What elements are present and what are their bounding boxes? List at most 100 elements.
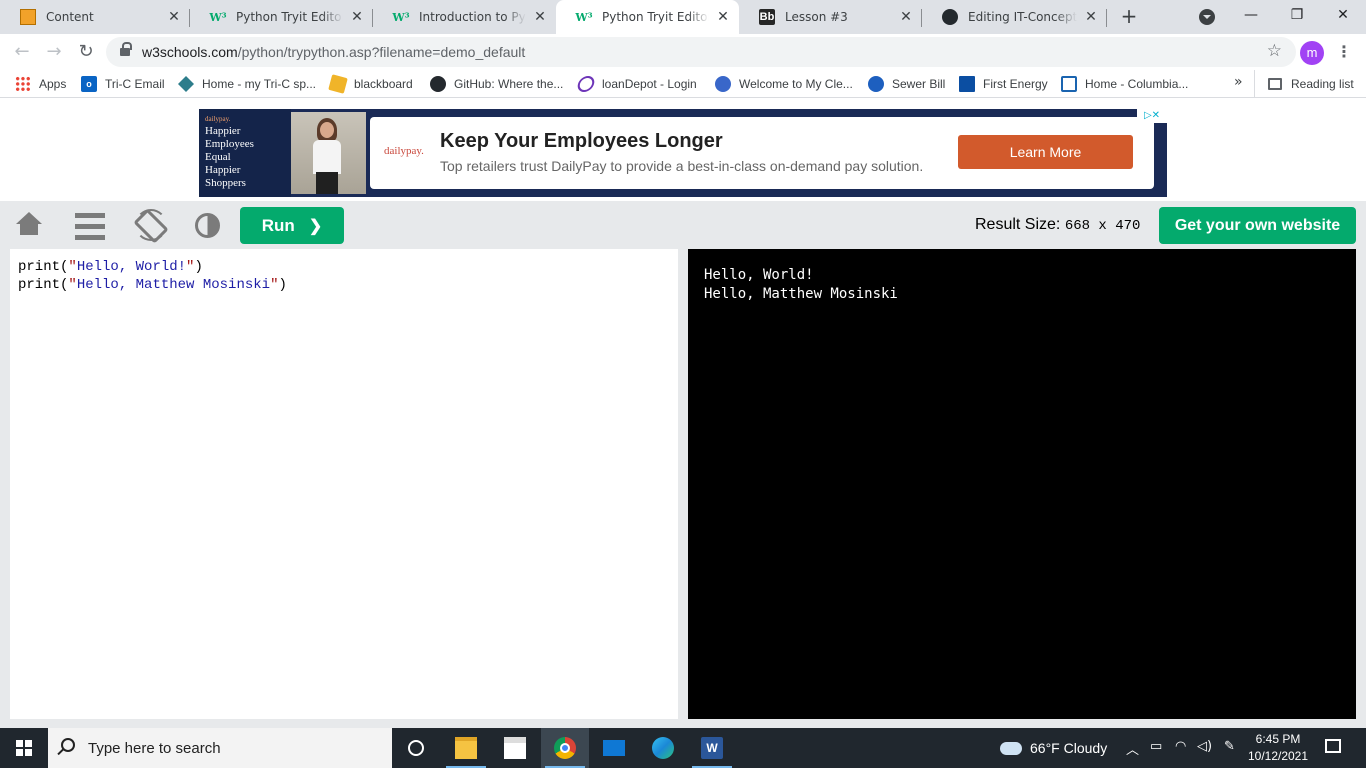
- new-tab-button[interactable]: +: [1116, 5, 1142, 29]
- bookmark-label: Home - Columbia...: [1085, 77, 1189, 91]
- profile-avatar[interactable]: m: [1300, 41, 1324, 65]
- system-clock[interactable]: 6:45 PM 10/12/2021: [1244, 731, 1312, 765]
- url-path: /python/trypython.asp?filename=demo_defa…: [237, 44, 526, 60]
- forward-arrow-icon[interactable]: →: [40, 38, 68, 66]
- bookmark-github[interactable]: GitHub: Where the...: [430, 75, 563, 93]
- mail-icon: [603, 740, 625, 756]
- close-window-button[interactable]: ✕: [1320, 0, 1366, 32]
- store-icon: [504, 737, 526, 759]
- tab-content[interactable]: Content ✕: [0, 0, 190, 34]
- bookmark-tric-email[interactable]: o Tri-C Email: [81, 75, 165, 93]
- cortana-icon: [408, 740, 424, 756]
- result-size-label: Result Size:: [975, 216, 1061, 233]
- bookmark-first-energy[interactable]: First Energy: [959, 75, 1048, 93]
- reload-icon[interactable]: ↻: [72, 38, 100, 66]
- code-line[interactable]: print("Hello, Matthew Mosinski"): [18, 276, 670, 294]
- bookmark-tric-home[interactable]: Home - my Tri-C sp...: [178, 75, 316, 93]
- get-your-own-website-button[interactable]: Get your own website: [1159, 207, 1356, 244]
- result-size-value: 668 x 470: [1064, 218, 1141, 234]
- weather-widget[interactable]: 66°F Cloudy: [1000, 740, 1107, 756]
- bookmark-columbia[interactable]: Home - Columbia...: [1061, 75, 1188, 93]
- edge-button[interactable]: [639, 728, 687, 768]
- bookmark-label: Apps: [39, 77, 67, 91]
- close-tab-icon[interactable]: ✕: [1083, 9, 1099, 25]
- output-line: Hello, World!: [704, 267, 814, 283]
- ad-headline[interactable]: Keep Your Employees Longer: [440, 130, 723, 153]
- ad-copy-line: Equal: [205, 151, 231, 163]
- tab-lesson-3[interactable]: Bb Lesson #3 ✕: [739, 0, 922, 34]
- run-button[interactable]: Run ❯: [240, 207, 344, 244]
- address-bar[interactable]: w3schools.com/python/trypython.asp?filen…: [106, 37, 1296, 67]
- close-tab-icon[interactable]: ✕: [898, 9, 914, 25]
- run-label: Run: [261, 215, 295, 235]
- close-tab-icon[interactable]: ✕: [166, 9, 182, 25]
- word-button[interactable]: W: [688, 728, 736, 768]
- reading-list-button[interactable]: Reading list: [1254, 70, 1354, 98]
- code-editor[interactable]: print("Hello, World!") print("Hello, Mat…: [10, 249, 678, 719]
- w3schools-icon: W³: [575, 10, 593, 24]
- tab-introduction-python[interactable]: W³ Introduction to Python ✕: [373, 0, 556, 34]
- ad-choices-icon[interactable]: ▷✕: [1137, 109, 1167, 123]
- bookmarks-overflow-icon[interactable]: »: [1234, 74, 1243, 90]
- bookmark-loandepot[interactable]: loanDepot - Login: [575, 75, 697, 93]
- ad-banner[interactable]: dailypay. Happier Employees Equal Happie…: [199, 109, 1167, 197]
- battery-icon[interactable]: ▭: [1150, 739, 1162, 754]
- close-tab-icon[interactable]: ✕: [532, 9, 548, 25]
- code-line[interactable]: print("Hello, World!"): [18, 258, 670, 276]
- wifi-icon[interactable]: ◠: [1175, 739, 1186, 754]
- volume-icon[interactable]: ◁): [1197, 739, 1212, 754]
- bookmark-label: First Energy: [983, 77, 1048, 91]
- chevron-up-icon[interactable]: ︿: [1126, 739, 1139, 758]
- bookmark-label: loanDepot - Login: [602, 77, 697, 91]
- ad-card[interactable]: dailypay. Keep Your Employees Longer Top…: [370, 117, 1154, 189]
- menu-kebab-icon[interactable]: ⋮: [1336, 42, 1352, 64]
- contrast-icon[interactable]: [195, 213, 220, 238]
- pen-icon[interactable]: ✎: [1224, 739, 1235, 754]
- ad-copy-line: Employees: [205, 138, 254, 150]
- tab-search-icon[interactable]: [1199, 9, 1215, 25]
- blackboard-pencil-icon: [328, 74, 348, 94]
- result-size: Result Size: 668 x 470: [975, 216, 1140, 234]
- tab-python-tryit-active[interactable]: W³ Python Tryit Editor v1.0 ✕: [556, 0, 739, 34]
- tab-python-tryit-1[interactable]: W³ Python Tryit Editor v1.0 ✕: [190, 0, 373, 34]
- menu-icon[interactable]: [75, 213, 105, 240]
- bookmark-blackboard[interactable]: blackboard: [328, 74, 413, 94]
- file-explorer-button[interactable]: [442, 728, 490, 768]
- notification-icon[interactable]: [1325, 739, 1341, 753]
- cortana-button[interactable]: [392, 728, 440, 768]
- github-icon: [430, 76, 446, 92]
- close-tab-icon[interactable]: ✕: [349, 9, 365, 25]
- tryit-workspace: Run ❯ Result Size: 668 x 470 Get your ow…: [0, 201, 1366, 728]
- bookmark-label: Home - my Tri-C sp...: [202, 77, 317, 91]
- learn-more-button[interactable]: Learn More: [958, 135, 1133, 169]
- back-arrow-icon[interactable]: ←: [8, 38, 36, 66]
- bookmark-star-icon[interactable]: ☆: [1267, 41, 1282, 61]
- mail-button[interactable]: [590, 728, 638, 768]
- restore-button[interactable]: ❐: [1274, 0, 1320, 32]
- folder-icon: [455, 737, 477, 759]
- chrome-button[interactable]: [541, 728, 589, 768]
- lock-icon[interactable]: [120, 42, 132, 57]
- bookmark-apps[interactable]: Apps: [15, 75, 66, 93]
- home-icon[interactable]: [14, 210, 44, 240]
- url-text[interactable]: w3schools.com/python/trypython.asp?filen…: [142, 44, 525, 60]
- apps-grid-icon: [15, 76, 31, 92]
- columbia-icon: [1061, 76, 1077, 92]
- windows-start-icon[interactable]: [16, 740, 32, 756]
- tric-icon: [178, 76, 194, 92]
- code-token-fn: print(: [18, 277, 69, 293]
- edge-icon: [652, 737, 674, 759]
- bookmark-welcome-cle[interactable]: Welcome to My Cle...: [715, 75, 853, 93]
- tab-editing-it-concepts[interactable]: Editing IT-Concepts-for ✕: [922, 0, 1107, 34]
- minimize-button[interactable]: —: [1228, 0, 1274, 32]
- result-output: Hello, World! Hello, Matthew Mosinski: [688, 249, 1356, 719]
- tab-title: Content: [46, 10, 94, 24]
- close-tab-icon[interactable]: ✕: [715, 9, 731, 25]
- rotate-layout-icon[interactable]: [135, 209, 167, 241]
- ad-side-brand: dailypay.: [205, 115, 231, 123]
- globe-icon: [715, 76, 731, 92]
- taskbar-search-box[interactable]: Type here to search: [48, 728, 392, 768]
- store-button[interactable]: [491, 728, 539, 768]
- bookmark-sewer-bill[interactable]: Sewer Bill: [868, 75, 945, 93]
- code-token-quote: ": [68, 259, 77, 275]
